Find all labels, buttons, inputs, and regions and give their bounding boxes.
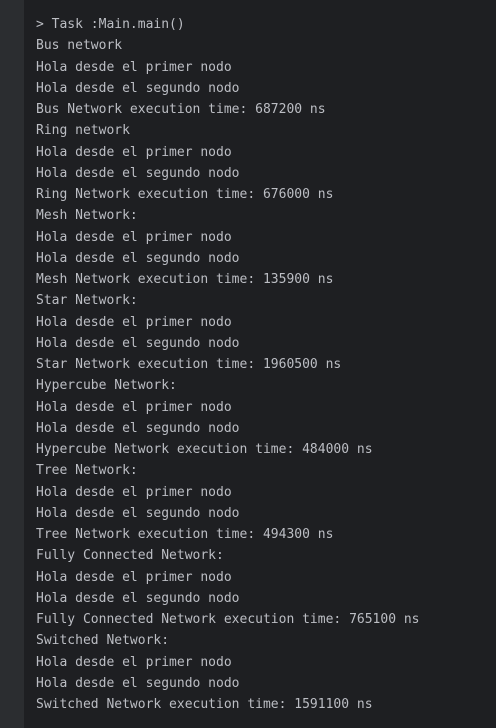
console-line: Bus network bbox=[36, 38, 123, 54]
console-line: Hola desde el primer nodo bbox=[36, 654, 232, 670]
console-line-task-header: > Task :Main.main() bbox=[36, 17, 185, 32]
console-line: Hola desde el primer nodo bbox=[36, 484, 232, 500]
console-line: Hola desde el primer nodo bbox=[36, 59, 232, 75]
console-line: Hola desde el primer nodo bbox=[36, 314, 232, 330]
console-line: Switched Network execution time: 1591100… bbox=[36, 697, 373, 712]
console-line: Hola desde el segundo nodo bbox=[36, 80, 240, 96]
console-line: Tree Network: bbox=[36, 463, 138, 479]
console-line: Bus Network execution time: 687200 ns bbox=[36, 102, 326, 117]
run-console-output[interactable]: > Task :Main.main() Bus network Hola des… bbox=[24, 0, 496, 728]
console-line: Star Network execution time: 1960500 ns bbox=[36, 357, 342, 372]
console-line: Hola desde el segundo nodo bbox=[36, 165, 240, 181]
console-line: Hola desde el primer nodo bbox=[36, 569, 232, 585]
console-line: Tree Network execution time: 494300 ns bbox=[36, 527, 334, 542]
console-line: Fully Connected Network: bbox=[36, 548, 224, 564]
console-line: Hola desde el primer nodo bbox=[36, 229, 232, 245]
console-line: Hola desde el primer nodo bbox=[36, 399, 232, 415]
console-line: Hola desde el segundo nodo bbox=[36, 590, 240, 606]
console-line: Switched Network: bbox=[36, 633, 170, 649]
console-line: Ring network bbox=[36, 123, 130, 139]
console-line: Hypercube Network execution time: 484000… bbox=[36, 442, 373, 457]
editor-gutter bbox=[0, 0, 24, 728]
console-line: Hypercube Network: bbox=[36, 378, 177, 394]
console-line: Hola desde el segundo nodo bbox=[36, 420, 240, 436]
console-line: Hola desde el primer nodo bbox=[36, 144, 232, 160]
console-line: Star Network: bbox=[36, 293, 138, 309]
console-line: Hola desde el segundo nodo bbox=[36, 335, 240, 351]
console-line: Hola desde el segundo nodo bbox=[36, 250, 240, 266]
console-line: Hola desde el segundo nodo bbox=[36, 505, 240, 521]
console-lines: > Task :Main.main() Bus network Hola des… bbox=[36, 14, 496, 715]
console-line: Ring Network execution time: 676000 ns bbox=[36, 187, 334, 202]
console-line: Mesh Network: bbox=[36, 208, 138, 224]
console-line: Fully Connected Network execution time: … bbox=[36, 612, 420, 627]
console-line: Mesh Network execution time: 135900 ns bbox=[36, 272, 334, 287]
console-line: Hola desde el segundo nodo bbox=[36, 675, 240, 691]
